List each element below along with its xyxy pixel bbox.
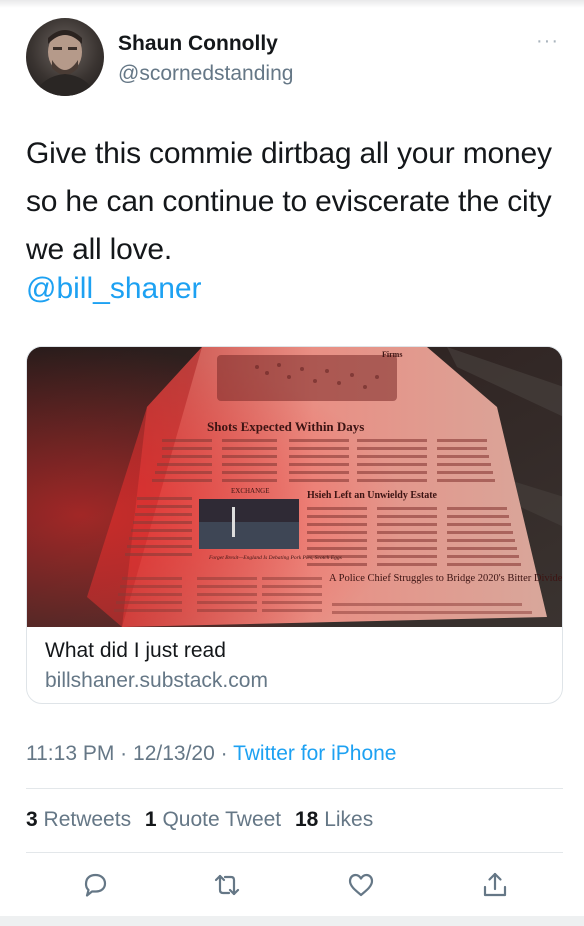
tweet-text: Give this commie dirtbag all your money …	[26, 137, 552, 266]
action-bar	[0, 862, 584, 906]
tweet-time: 11:13 PM	[26, 742, 115, 765]
bottom-separator	[0, 916, 584, 926]
newspaper-photo: Shots Expected Within Days Firms EXCHANG…	[27, 347, 563, 627]
engagement-stats: 3 Retweets 1 Quote Tweet 18 Likes	[26, 808, 373, 832]
headline-main: Shots Expected Within Days	[207, 419, 364, 434]
section-label: EXCHANGE	[231, 487, 270, 495]
retweets-stat[interactable]: 3 Retweets	[26, 808, 131, 831]
retweets-count: 3	[26, 808, 38, 831]
like-icon[interactable]	[346, 870, 376, 900]
separator: ·	[120, 742, 128, 765]
separator: ·	[220, 742, 228, 765]
card-image[interactable]: Shots Expected Within Days Firms EXCHANG…	[27, 347, 563, 627]
tweet-header: Shaun Connolly @scornedstanding ···	[26, 18, 566, 102]
likes-label: Likes	[324, 808, 374, 831]
headline-corner: Firms	[382, 350, 402, 359]
avatar[interactable]	[26, 18, 104, 96]
likes-count: 18	[295, 808, 319, 831]
retweets-label: Retweets	[43, 808, 132, 831]
quotes-count: 1	[144, 808, 157, 831]
more-options-icon[interactable]: ···	[536, 31, 562, 51]
status-bar-edge	[0, 0, 584, 8]
share-icon[interactable]	[480, 870, 510, 900]
headline-small: Forget Brexit—England Is Debating Pork P…	[208, 555, 342, 561]
tweet-date: 12/13/20	[133, 742, 215, 765]
headline-bottom: A Police Chief Struggles to Bridge 2020'…	[329, 573, 563, 584]
link-preview-card[interactable]: Shots Expected Within Days Firms EXCHANG…	[26, 346, 563, 704]
likes-stat[interactable]: 18 Likes	[295, 808, 373, 831]
card-title[interactable]: What did I just read	[45, 639, 226, 663]
user-handle[interactable]: @scornedstanding	[118, 62, 293, 86]
display-name[interactable]: Shaun Connolly	[118, 32, 278, 56]
mention-link[interactable]: @bill_shaner	[26, 272, 202, 306]
tweet-timestamp-line: 11:13 PM · 12/13/20 · Twitter for iPhone	[26, 742, 396, 766]
reply-icon[interactable]	[80, 870, 110, 900]
quotes-stat[interactable]: 1 Quote Tweet	[145, 808, 281, 831]
divider	[26, 852, 563, 853]
divider	[26, 788, 563, 789]
headline-left: Hsieh Left an Unwieldy Estate	[307, 490, 438, 501]
tweet-source-link[interactable]: Twitter for iPhone	[233, 742, 396, 765]
retweet-icon[interactable]	[212, 870, 242, 900]
card-domain[interactable]: billshaner.substack.com	[45, 669, 268, 693]
quotes-label: Quote Tweet	[162, 808, 282, 831]
